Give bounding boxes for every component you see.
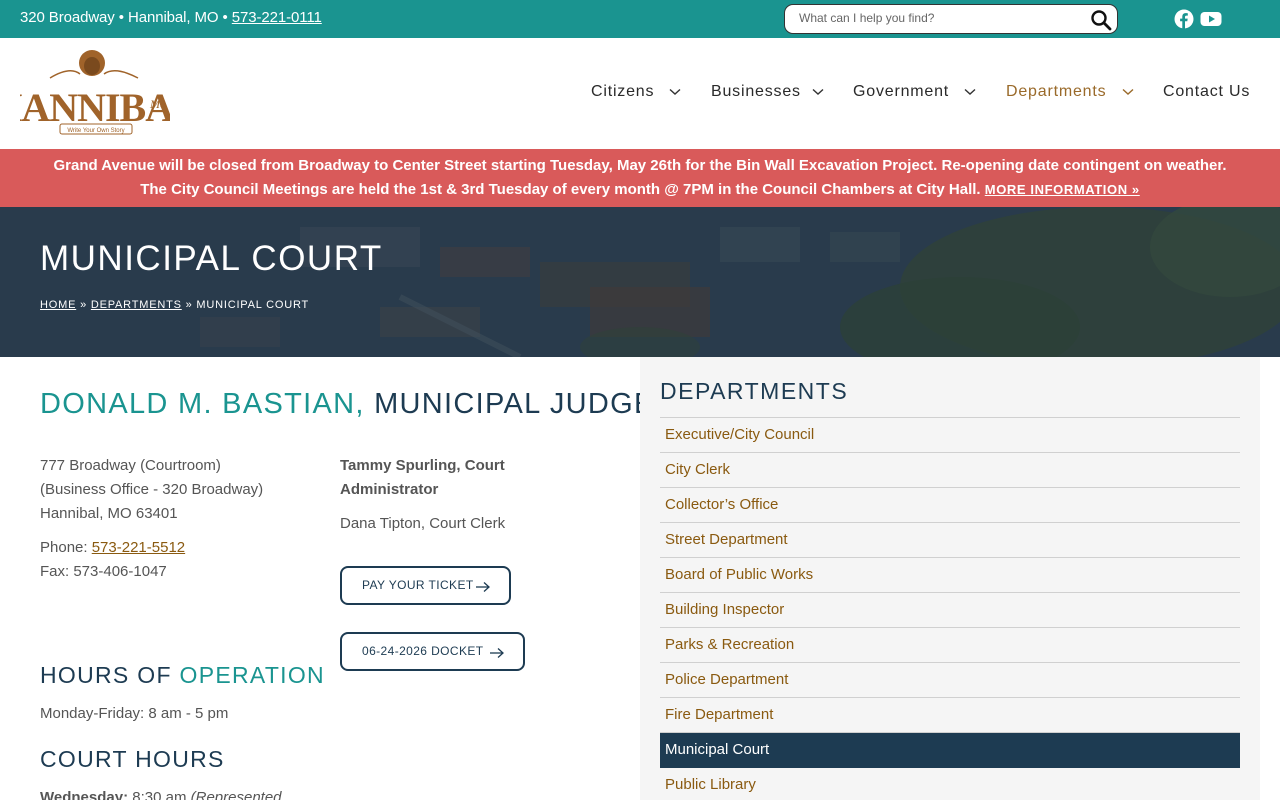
search-box [784, 4, 1118, 34]
sidebar-item-board-of-public-works[interactable]: Board of Public Works [660, 558, 1240, 593]
sidebar-item-parks-recreation[interactable]: Parks & Recreation [660, 628, 1240, 663]
court-clerk: Dana Tipton, Court Clerk [340, 515, 506, 532]
svg-text:HANNIBAL: HANNIBAL [20, 85, 170, 130]
court-time: 8:30 am [132, 789, 187, 800]
chevron-down-icon[interactable] [1122, 88, 1134, 96]
page-title: MUNICIPAL COURT [40, 239, 383, 278]
youtube-icon[interactable] [1200, 9, 1222, 29]
alert-line-1: Grand Avenue will be closed from Broadwa… [53, 157, 1227, 174]
court-administrator: Tammy Spurling, Court Administrator [340, 454, 505, 502]
hours-heading-part1: HOURS OF [40, 662, 172, 688]
svg-text:Write Your Own Story: Write Your Own Story [67, 128, 124, 134]
docket-label: 06-24-2026 DOCKET [362, 644, 484, 658]
pay-ticket-label: PAY YOUR TICKET [362, 578, 474, 592]
chevron-down-icon[interactable] [964, 88, 976, 96]
nav-citizens[interactable]: Citizens [591, 83, 654, 101]
arrow-right-icon [476, 582, 490, 592]
top-address: 320 Broadway • Hannibal, MO • 573-221-01… [20, 9, 322, 26]
phone-link[interactable]: 573-221-0111 [232, 9, 322, 26]
address-line: Hannibal, MO 63401 [40, 505, 178, 522]
hannibal-logo[interactable]: HANNIBAL Mo Write Your Own Story [20, 48, 170, 138]
sidebar-title: DEPARTMENTS [660, 378, 849, 404]
search-icon[interactable] [1090, 9, 1112, 31]
nav-businesses[interactable]: Businesses [711, 83, 801, 101]
sidebar-item-building-inspector[interactable]: Building Inspector [660, 593, 1240, 628]
court-day: Wednesday: [40, 789, 129, 800]
departments-sidebar: DEPARTMENTS Executive/City Council City … [640, 357, 1260, 800]
arrow-right-icon [490, 648, 504, 658]
breadcrumb-separator: » [185, 299, 193, 311]
sidebar-item-police-department[interactable]: Police Department [660, 663, 1240, 698]
court-contact: Phone: 573-221-5512 Fax: 573-406-1047 [40, 536, 185, 584]
alert-line-2: The City Council Meetings are held the 1… [0, 181, 1280, 198]
address-text: 320 Broadway • Hannibal, MO • [20, 9, 228, 26]
phone-row: Phone: 573-221-5512 [40, 536, 185, 560]
facebook-icon[interactable] [1174, 9, 1194, 29]
nav-contact-us[interactable]: Contact Us [1163, 83, 1250, 101]
phone-label: Phone: [40, 539, 88, 556]
judge-heading: DONALD M. BASTIAN, MUNICIPAL JUDGE [40, 388, 655, 421]
page-hero: MUNICIPAL COURT HOME » DEPARTMENTS » MUN… [0, 207, 1280, 357]
office-hours: Monday-Friday: 8 am - 5 pm [40, 705, 229, 722]
admin-line: Tammy Spurling, Court [340, 457, 505, 474]
court-hours: Wednesday: 8:30 am (Represented [40, 786, 282, 800]
breadcrumb-home[interactable]: HOME [40, 299, 76, 311]
departments-list: Executive/City Council City Clerk Collec… [660, 417, 1240, 800]
court-address: 777 Broadway (Courtroom) (Business Offic… [40, 454, 263, 526]
court-hours-heading: COURT HOURS [40, 746, 225, 772]
sidebar-item-public-library[interactable]: Public Library [660, 768, 1240, 800]
alert-banner: Grand Avenue will be closed from Broadwa… [0, 149, 1280, 207]
sidebar-item-city-clerk[interactable]: City Clerk [660, 453, 1240, 488]
sidebar-item-executive-city-council[interactable]: Executive/City Council [660, 418, 1240, 453]
hero-overlay [0, 207, 1280, 357]
pay-ticket-button[interactable]: PAY YOUR TICKET [340, 566, 511, 605]
breadcrumb-current: MUNICIPAL COURT [196, 299, 310, 311]
svg-text:Mo: Mo [149, 97, 166, 111]
court-phone-link[interactable]: 573-221-5512 [92, 539, 185, 556]
sidebar-item-municipal-court[interactable]: Municipal Court [660, 733, 1240, 768]
site-header: HANNIBAL Mo Write Your Own Story Citizen… [0, 38, 1280, 149]
admin-line: Administrator [340, 481, 439, 498]
sidebar-item-collectors-office[interactable]: Collector’s Office [660, 488, 1240, 523]
breadcrumb-departments[interactable]: DEPARTMENTS [91, 299, 182, 311]
more-information-link[interactable]: MORE INFORMATION » [985, 182, 1140, 197]
top-bar: 320 Broadway • Hannibal, MO • 573-221-01… [0, 0, 1280, 38]
sidebar-item-street-department[interactable]: Street Department [660, 523, 1240, 558]
judge-name: DONALD M. BASTIAN, [40, 388, 365, 420]
alert-line-2-text: The City Council Meetings are held the 1… [140, 181, 981, 198]
hours-heading-part2: OPERATION [179, 662, 325, 688]
judge-title: MUNICIPAL JUDGE [374, 388, 655, 420]
address-line: (Business Office - 320 Broadway) [40, 481, 264, 498]
breadcrumb-separator: » [80, 299, 87, 311]
court-note: (Represented [190, 789, 282, 800]
docket-button[interactable]: 06-24-2026 DOCKET [340, 632, 525, 671]
nav-departments[interactable]: Departments [1006, 83, 1106, 101]
chevron-down-icon[interactable] [812, 88, 824, 96]
nav-government[interactable]: Government [853, 83, 949, 101]
breadcrumb: HOME » DEPARTMENTS » MUNICIPAL COURT [40, 299, 309, 311]
hours-heading: HOURS OF OPERATION [40, 662, 325, 689]
sidebar-item-fire-department[interactable]: Fire Department [660, 698, 1240, 733]
fax-row: Fax: 573-406-1047 [40, 563, 167, 580]
chevron-down-icon[interactable] [669, 88, 681, 96]
address-line: 777 Broadway (Courtroom) [40, 457, 221, 474]
search-input[interactable] [799, 11, 1079, 25]
